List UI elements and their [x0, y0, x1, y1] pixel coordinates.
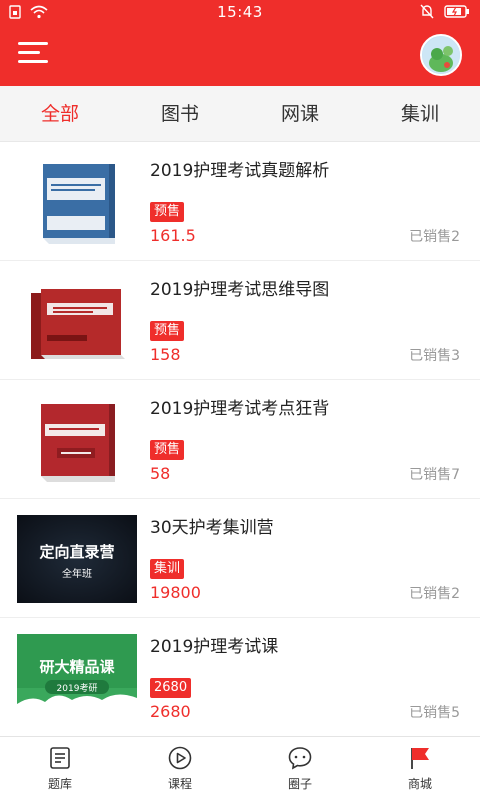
product-title: 2019护理考试真题解析	[150, 161, 330, 181]
status-time: 15:43	[217, 3, 263, 21]
nav-store[interactable]: 商城	[360, 737, 480, 800]
product-list: 2019护理考试真题解析 预售 161.5 已销售2 2019护理考试思维导图 …	[0, 142, 480, 737]
course-banner-image: 研大精品课 2019考研	[17, 634, 137, 722]
banner-subtitle: 全年班	[62, 567, 92, 580]
product-item[interactable]: 2019护理考试思维导图 预售 158 已销售3	[0, 261, 480, 380]
product-title: 2019护理考试课	[150, 637, 279, 657]
product-item[interactable]: 2019护理考试真题解析 预售 161.5 已销售2	[0, 142, 480, 261]
bottom-nav: 题库 课程 圈子 商城	[0, 736, 480, 800]
banner-title: 研大精品课	[39, 658, 115, 676]
book-cover-image	[31, 289, 125, 359]
sold-count: 已销售2	[409, 229, 460, 245]
product-title: 2019护理考试思维导图	[150, 280, 330, 300]
nav-label: 课程	[167, 777, 192, 791]
status-badge: 预售	[150, 440, 185, 460]
tab-all[interactable]: 全部	[0, 86, 120, 141]
product-item[interactable]: 定向直录营 全年班 30天护考集训营 集训 19800 已销售2	[0, 499, 480, 618]
book-cover-image	[43, 164, 115, 244]
status-badge: 预售	[150, 321, 185, 341]
status-badge: 集训	[150, 559, 185, 579]
sold-count: 已销售7	[409, 467, 460, 483]
flag-icon	[411, 748, 429, 769]
app-header: 15:43	[0, 0, 480, 86]
sold-count: 已销售5	[409, 705, 460, 721]
status-badge: 2680	[150, 678, 192, 698]
status-badge: 预售	[150, 202, 185, 222]
nav-question-bank[interactable]: 题库	[0, 737, 120, 800]
menu-icon[interactable]	[18, 40, 48, 66]
tab-online-courses[interactable]: 网课	[240, 86, 360, 141]
battery-icon	[444, 5, 469, 18]
tab-training[interactable]: 集训	[360, 86, 480, 141]
category-tabs: 全部 图书 网课 集训	[0, 86, 480, 142]
product-price: 58	[150, 464, 171, 483]
nav-courses[interactable]: 课程	[120, 737, 240, 800]
play-circle-icon	[168, 746, 192, 770]
product-item[interactable]: 2019护理考试考点狂背 预售 58 已销售7	[0, 380, 480, 499]
product-title: 2019护理考试考点狂背	[150, 399, 330, 419]
product-price: 2680	[150, 702, 191, 721]
book-cover-image	[41, 404, 115, 482]
status-bar: 15:43	[0, 0, 480, 26]
product-price: 161.5	[150, 226, 196, 245]
nav-community[interactable]: 圈子	[240, 737, 360, 800]
product-price: 158	[150, 345, 181, 364]
nav-label: 题库	[47, 777, 72, 791]
sold-count: 已销售3	[409, 348, 460, 364]
banner-title: 定向直录营	[39, 543, 114, 561]
nav-label: 圈子	[287, 777, 312, 791]
tab-books[interactable]: 图书	[120, 86, 240, 141]
chat-bubble-icon	[288, 747, 312, 770]
product-price: 19800	[150, 583, 201, 602]
product-title: 30天护考集训营	[150, 518, 274, 538]
notification-mute-icon	[420, 4, 434, 19]
banner-subtitle: 2019考研	[57, 683, 98, 694]
sold-count: 已销售2	[409, 586, 460, 602]
product-item[interactable]: 研大精品课 2019考研 2019护理考试课 2680 2680 已销售5	[0, 618, 480, 737]
question-bank-icon	[50, 747, 70, 769]
nav-label: 商城	[407, 777, 432, 791]
avatar[interactable]	[420, 34, 462, 76]
course-banner-image: 定向直录营 全年班	[17, 515, 137, 603]
